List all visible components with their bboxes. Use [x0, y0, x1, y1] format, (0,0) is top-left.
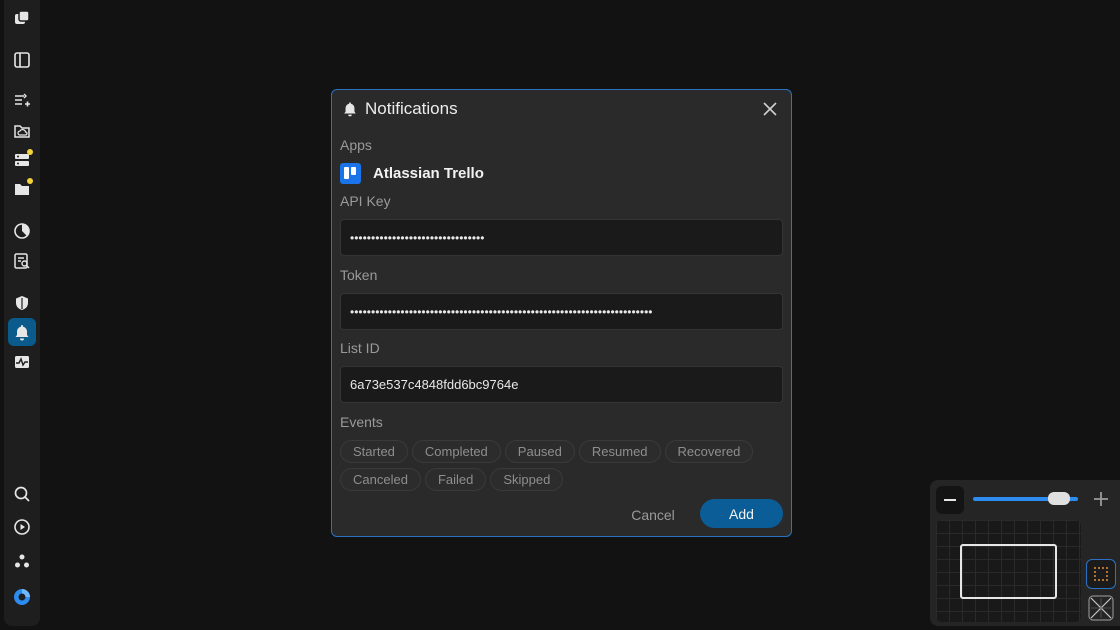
notification-dot: [27, 178, 33, 184]
nodes-icon[interactable]: [8, 547, 36, 575]
zoom-slider[interactable]: [973, 492, 1078, 505]
cancel-button[interactable]: Cancel: [618, 501, 688, 529]
zoom-out-button[interactable]: [936, 486, 964, 514]
api-key-label: API Key: [340, 193, 391, 209]
fit-view-icon: [1088, 595, 1114, 621]
folder-icon[interactable]: [8, 175, 36, 203]
search-document-icon[interactable]: [8, 247, 36, 275]
token-label: Token: [340, 267, 378, 283]
event-chip-failed[interactable]: Failed: [424, 468, 487, 491]
trello-icon: [340, 162, 361, 184]
event-chip-started[interactable]: Started: [340, 440, 408, 463]
cloud-folder-icon[interactable]: [8, 117, 36, 145]
modal-title-text: Notifications: [365, 99, 458, 118]
token-field[interactable]: ••••••••••••••••••••••••••••••••••••••••…: [340, 293, 783, 330]
activity-icon[interactable]: [8, 348, 36, 376]
pie-chart-icon[interactable]: [8, 217, 36, 245]
grid-toggle-button[interactable]: [1086, 559, 1116, 589]
profile-icon[interactable]: [8, 583, 36, 611]
logo-icon[interactable]: [8, 4, 36, 32]
sidebar: [4, 0, 40, 626]
close-icon: [763, 102, 777, 116]
grid-dots-icon: [1094, 567, 1108, 581]
zoom-panel: [930, 480, 1120, 626]
zoom-in-button[interactable]: [1088, 486, 1114, 512]
event-chip-recovered[interactable]: Recovered: [664, 440, 754, 463]
zoom-slider-thumb[interactable]: [1048, 492, 1070, 505]
close-button[interactable]: [759, 98, 781, 120]
minimap[interactable]: [936, 520, 1081, 622]
event-chip-canceled[interactable]: Canceled: [340, 468, 421, 491]
events-label: Events: [340, 414, 383, 430]
events-chip-group: Started Completed Paused Resumed Recover…: [340, 440, 783, 491]
app-row: Atlassian Trello: [340, 162, 484, 184]
sidebar-panel-icon[interactable]: [8, 46, 36, 74]
notification-dot: [27, 149, 33, 155]
event-chip-completed[interactable]: Completed: [411, 440, 501, 463]
shield-icon[interactable]: [8, 289, 36, 317]
event-chip-skipped[interactable]: Skipped: [490, 468, 564, 491]
modal-title: Notifications: [342, 98, 458, 120]
list-id-label: List ID: [340, 340, 380, 356]
play-icon[interactable]: [8, 513, 36, 541]
apps-label: Apps: [340, 137, 372, 153]
event-chip-resumed[interactable]: Resumed: [578, 440, 661, 463]
add-flow-icon[interactable]: [8, 86, 36, 114]
plus-icon: [1094, 492, 1108, 506]
fit-view-button[interactable]: [1086, 593, 1116, 623]
api-key-field[interactable]: ••••••••••••••••••••••••••••••••: [340, 219, 783, 256]
minus-icon: [944, 499, 956, 501]
add-button[interactable]: Add: [700, 499, 783, 528]
bell-icon: [344, 102, 356, 117]
list-id-field[interactable]: 6a73e537c4848fdd6bc9764e: [340, 366, 783, 403]
bell-icon[interactable]: [8, 318, 36, 346]
app-name: Atlassian Trello: [373, 164, 484, 182]
notifications-modal: Notifications Apps Atlassian Trello API …: [331, 89, 792, 537]
event-chip-paused[interactable]: Paused: [504, 440, 575, 463]
minimap-viewport[interactable]: [960, 544, 1057, 599]
server-icon[interactable]: [8, 146, 36, 174]
search-icon[interactable]: [8, 480, 36, 508]
